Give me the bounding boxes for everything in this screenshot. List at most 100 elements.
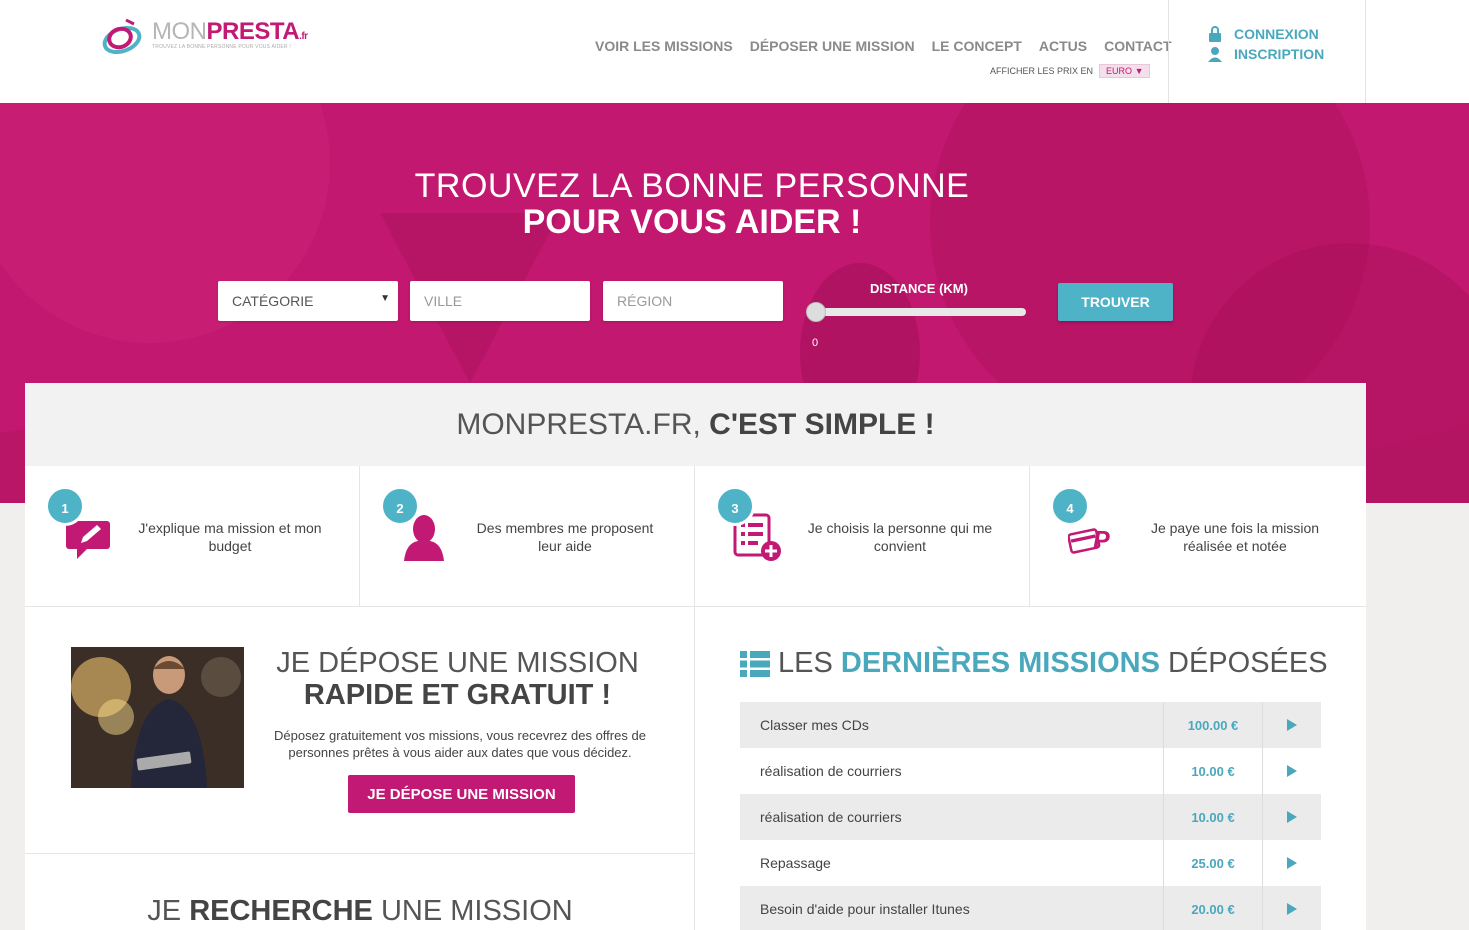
play-arrow-icon	[1287, 811, 1297, 823]
distance-slider-handle[interactable]	[806, 302, 826, 322]
nav-le-concept[interactable]: LE CONCEPT	[932, 38, 1022, 54]
distance-label: DISTANCE (KM)	[870, 281, 968, 296]
header-divider	[1365, 0, 1366, 103]
logo-tagline: TROUVEZ LA BONNE PERSONNE POUR VOUS AIDE…	[152, 44, 291, 50]
step-text: J'explique ma mission et mon budget	[138, 520, 322, 554]
search-title-part1: JE	[147, 895, 182, 927]
logo-mark-icon	[102, 18, 142, 54]
logo-part2: PRESTA	[206, 18, 300, 45]
mission-price: 10.00 €	[1164, 748, 1263, 794]
mission-row[interactable]: Besoin d'aide pour installer Itunes 20.0…	[740, 886, 1321, 930]
mission-price: 100.00 €	[1164, 702, 1263, 748]
search-title-part2: RECHERCHE	[189, 895, 373, 927]
distance-slider-track[interactable]	[816, 308, 1026, 316]
city-input[interactable]: VILLE	[410, 281, 590, 321]
signup-link[interactable]: INSCRIPTION	[1208, 46, 1324, 62]
missions-list: Classer mes CDs 100.00 € réalisation de …	[740, 702, 1321, 930]
header-divider	[1168, 0, 1169, 103]
nav-deposer-mission[interactable]: DÉPOSER UNE MISSION	[750, 38, 915, 54]
step-text: Des membres me proposent leur aide	[476, 520, 654, 554]
login-link[interactable]: CONNEXION	[1208, 26, 1324, 42]
deposit-title-bold: RAPIDE ET GRATUIT !	[303, 679, 612, 711]
nav-actus[interactable]: ACTUS	[1039, 38, 1087, 54]
step-number: 2	[380, 486, 420, 526]
mission-price: 20.00 €	[1164, 886, 1263, 930]
missions-title-part1: LES	[778, 647, 833, 679]
lock-icon	[1209, 26, 1221, 42]
site-logo[interactable]: MONPRESTA.fr TROUVEZ LA BONNE PERSONNE P…	[100, 16, 310, 56]
simple-title-light: MONPRESTA.FR,	[456, 408, 701, 441]
mission-name: réalisation de courriers	[740, 748, 1164, 794]
step-4: P 4 Je paye une fois la mission réalisée…	[1030, 466, 1365, 606]
simple-title: MONPRESTA.FR, C'EST SIMPLE !	[25, 408, 1366, 442]
list-icon	[740, 650, 770, 677]
mission-name: Repassage	[740, 840, 1164, 886]
nav-voir-missions[interactable]: VOIR LES MISSIONS	[595, 38, 733, 54]
search-title-part3: UNE MISSION	[380, 895, 573, 927]
site-header: MONPRESTA.fr TROUVEZ LA BONNE PERSONNE P…	[0, 0, 1469, 103]
hero-title-line1: TROUVEZ LA BONNE PERSONNE	[414, 167, 970, 205]
currency-dropdown[interactable]: EURO ▼	[1099, 64, 1151, 78]
main-nav: VOIR LES MISSIONS DÉPOSER UNE MISSION LE…	[595, 38, 1189, 54]
simple-title-bold: C'EST SIMPLE !	[709, 408, 935, 441]
steps-row: 1 J'explique ma mission et mon budget 2 …	[25, 466, 1366, 607]
mission-open-button[interactable]	[1263, 794, 1321, 840]
step-number: 4	[1050, 486, 1090, 526]
mission-price: 10.00 €	[1164, 794, 1263, 840]
section-divider	[25, 853, 695, 854]
main-content: MONPRESTA.FR, C'EST SIMPLE ! 1 J'expliqu…	[25, 383, 1366, 930]
simple-banner: MONPRESTA.FR, C'EST SIMPLE !	[25, 383, 1366, 466]
deposit-mission-button[interactable]: JE DÉPOSE UNE MISSION	[348, 775, 575, 813]
currency-selector: AFFICHER LES PRIX EN EURO ▼	[990, 64, 1151, 78]
step-1: 1 J'explique ma mission et mon budget	[25, 466, 360, 606]
step-number: 3	[715, 486, 755, 526]
missions-title-part2: DERNIÈRES MISSIONS	[840, 647, 1160, 679]
nav-contact[interactable]: CONTACT	[1104, 38, 1171, 54]
mission-open-button[interactable]	[1263, 840, 1321, 886]
category-select[interactable]: CATÉGORIE ▼	[218, 281, 398, 321]
deposit-section: JE DÉPOSE UNE MISSION RAPIDE ET GRATUIT …	[25, 607, 695, 930]
auth-links: CONNEXION INSCRIPTION	[1208, 26, 1324, 66]
currency-value: EURO	[1106, 66, 1133, 76]
logo-wordmark: MONPRESTA.fr	[152, 18, 308, 46]
dropdown-arrow-icon: ▼	[380, 293, 390, 304]
login-label: CONNEXION	[1234, 26, 1319, 42]
play-arrow-icon	[1287, 765, 1297, 777]
deposit-description: Déposez gratuitement vos missions, vous …	[274, 728, 646, 760]
mission-open-button[interactable]	[1263, 702, 1321, 748]
play-arrow-icon	[1287, 857, 1297, 869]
city-placeholder: VILLE	[424, 293, 463, 309]
region-input[interactable]: RÉGION	[603, 281, 783, 321]
play-arrow-icon	[1287, 903, 1297, 915]
step-number: 1	[45, 486, 85, 526]
mission-name: Besoin d'aide pour installer Itunes	[740, 886, 1164, 930]
user-icon	[1208, 47, 1222, 62]
mission-row[interactable]: réalisation de courriers 10.00 €	[740, 794, 1321, 840]
signup-label: INSCRIPTION	[1234, 46, 1325, 62]
mission-row[interactable]: réalisation de courriers 10.00 €	[740, 748, 1321, 794]
search-mission-title: JE RECHERCHE UNE MISSION	[25, 895, 695, 928]
latest-missions-section: LES DERNIÈRES MISSIONS DÉPOSÉES Classer …	[695, 607, 1366, 930]
mission-name: réalisation de courriers	[740, 794, 1164, 840]
step-text: Je paye une fois la mission réalisée et …	[1150, 520, 1320, 554]
missions-title-part3: DÉPOSÉES	[1168, 647, 1328, 679]
category-placeholder: CATÉGORIE	[232, 293, 314, 309]
deposit-title-light: JE DÉPOSE UNE MISSION	[276, 647, 639, 679]
chevron-down-icon: ▼	[1134, 66, 1144, 76]
mission-open-button[interactable]	[1263, 886, 1321, 930]
svg-text:P: P	[1093, 527, 1110, 555]
step-3: 3 Je choisis la personne qui me convient	[695, 466, 1030, 606]
mission-row[interactable]: Classer mes CDs 100.00 €	[740, 702, 1321, 748]
find-button[interactable]: TROUVER	[1058, 283, 1173, 321]
logo-part1: MON	[152, 18, 207, 45]
step-2: 2 Des membres me proposent leur aide	[360, 466, 695, 606]
step-text: Je choisis la personne qui me convient	[807, 520, 993, 554]
man-with-tablet-photo	[71, 647, 244, 788]
mission-price: 25.00 €	[1164, 840, 1263, 886]
region-placeholder: RÉGION	[617, 293, 673, 309]
mission-name: Classer mes CDs	[740, 702, 1164, 748]
currency-label: AFFICHER LES PRIX EN	[990, 66, 1094, 76]
distance-value: 0	[812, 337, 819, 349]
mission-open-button[interactable]	[1263, 748, 1321, 794]
mission-row[interactable]: Repassage 25.00 €	[740, 840, 1321, 886]
